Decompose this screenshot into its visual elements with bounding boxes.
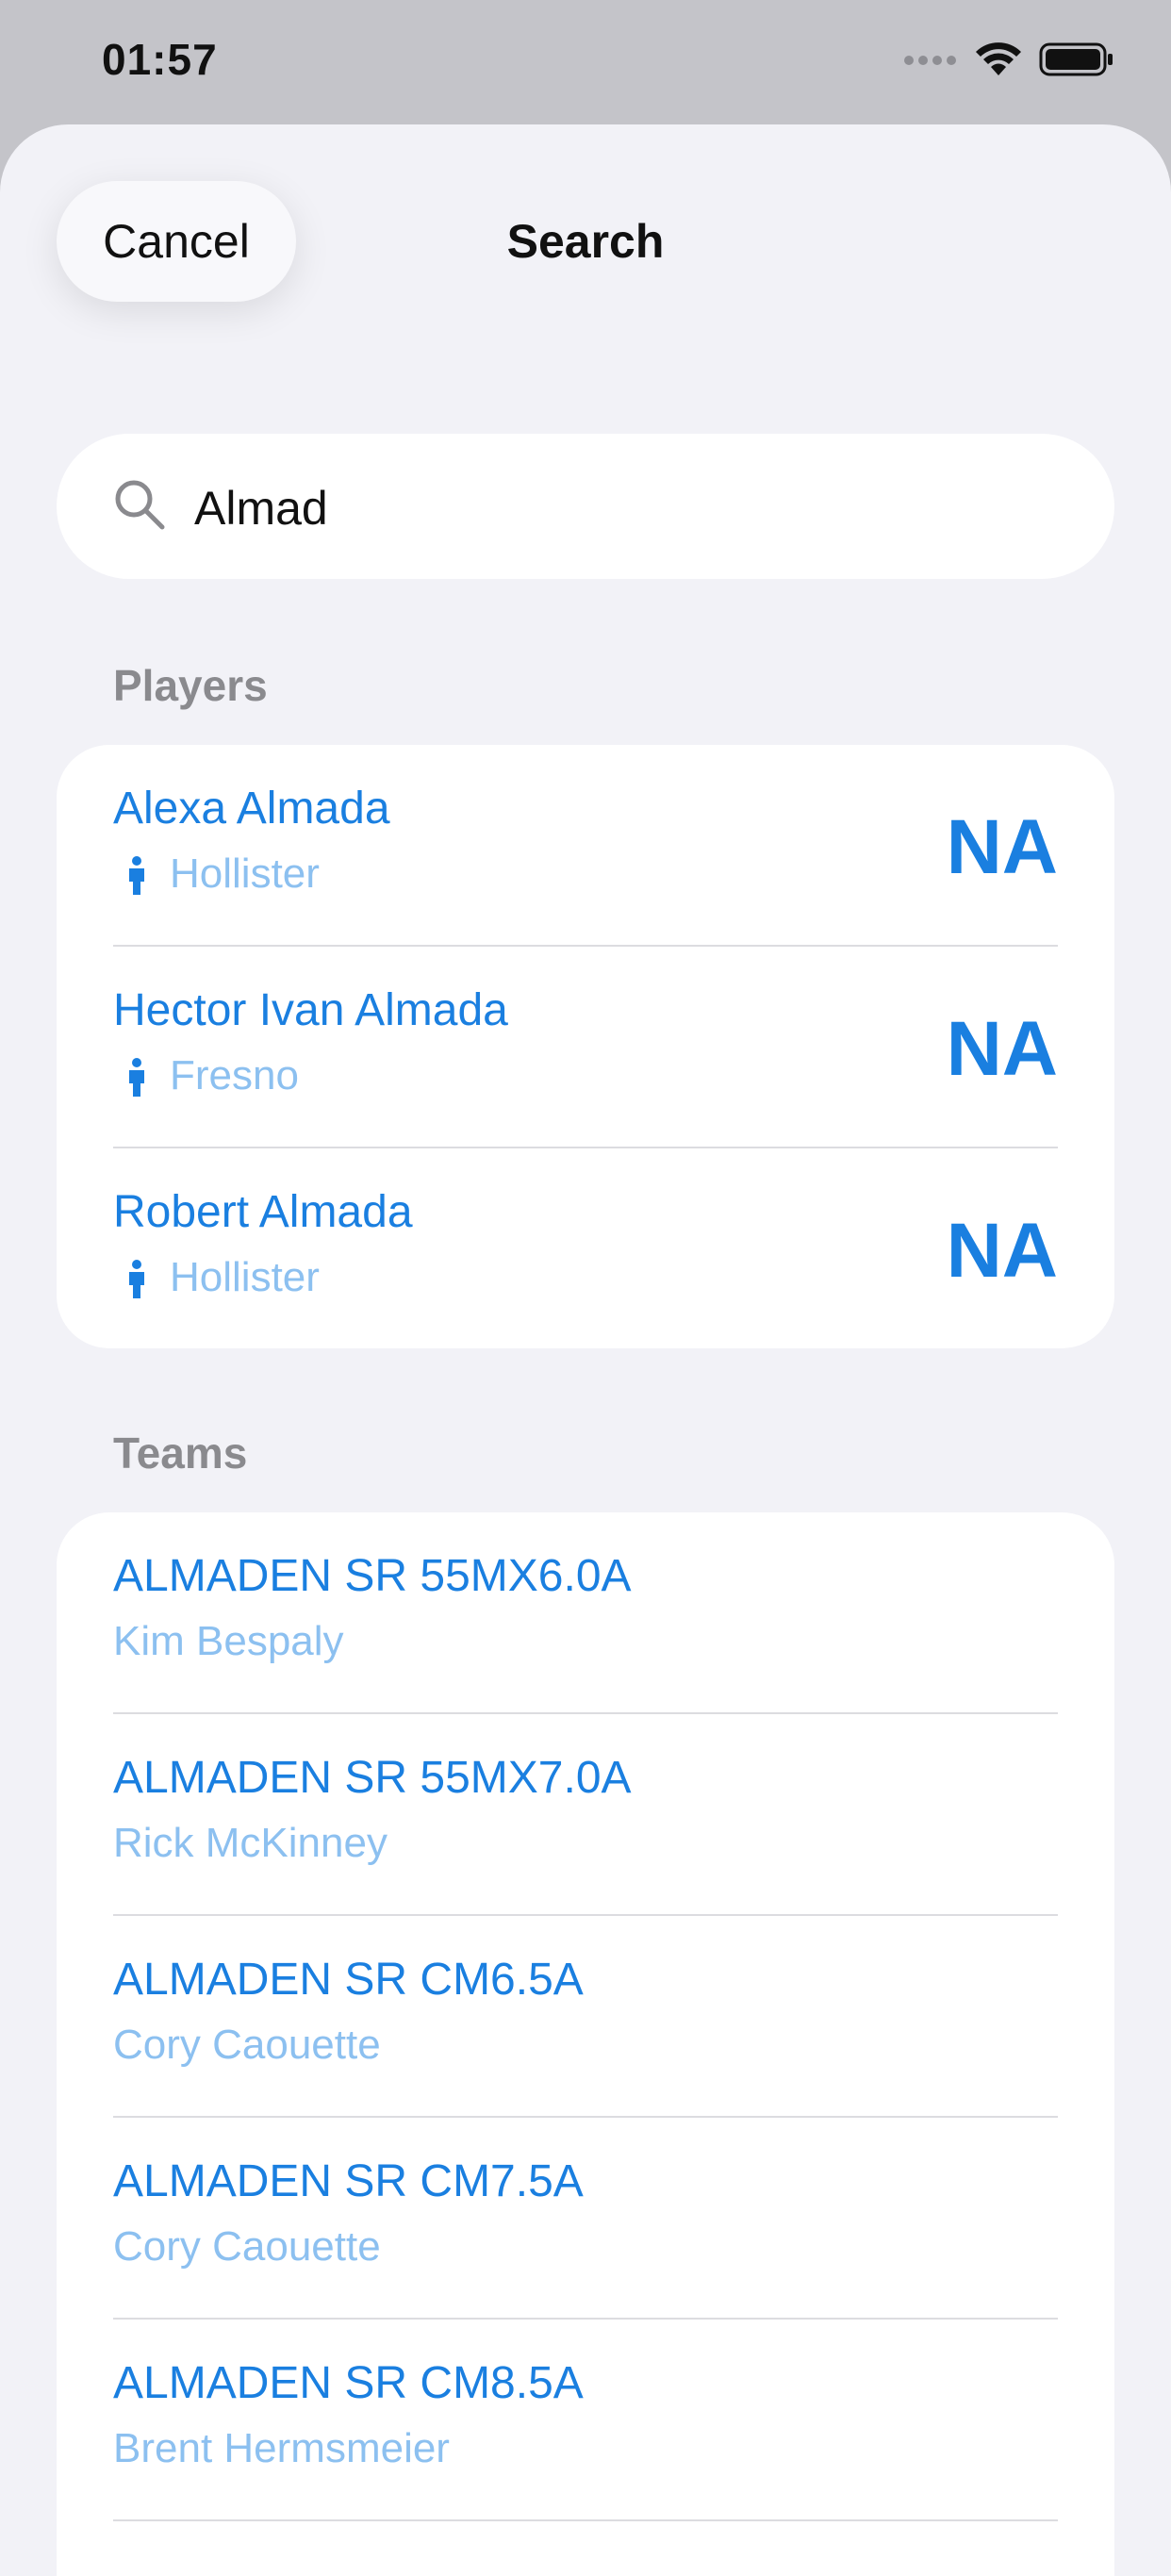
team-captain: Cory Caouette — [113, 2223, 381, 2270]
player-location: Fresno — [170, 1052, 299, 1098]
player-rating: NA — [946, 1208, 1058, 1294]
person-icon — [126, 1058, 147, 1102]
player-location: Hollister — [170, 850, 320, 897]
team-name: ALMADEN SR 55MX6.0A — [113, 1551, 632, 1601]
team-name: ALMADEN SR CM6.5A — [113, 1955, 584, 2005]
team-row[interactable]: ALMADEN SR CM8.5A Brent Hermsmeier — [57, 2320, 1114, 2521]
team-captain: Brent Hermsmeier — [113, 2425, 450, 2471]
player-name: Alexa Almada — [113, 784, 390, 834]
team-name: ALMADEN SR 55MX7.0A — [113, 1753, 632, 1803]
team-row[interactable]: ALMADEN SR CM7.5A Cory Caouette — [57, 2118, 1114, 2320]
search-value: Almad — [194, 482, 328, 535]
player-rating: NA — [946, 804, 1058, 890]
person-icon — [126, 1260, 147, 1304]
signal-dots-icon — [903, 54, 958, 71]
divider — [113, 2519, 1058, 2521]
teams-list: ALMADEN SR 55MX6.0A Kim Bespaly ALMADEN … — [57, 1512, 1114, 2576]
team-name: ALMADEN SR CM7.5A — [113, 2156, 584, 2206]
status-time: 01:57 — [102, 35, 218, 84]
status-bar: 01:57 — [0, 0, 1171, 124]
player-row[interactable]: Hector Ivan Almada Fresno NA — [57, 947, 1114, 1148]
page-title: Search — [506, 215, 665, 268]
team-captain: Cory Caouette — [113, 2022, 381, 2068]
wifi-icon — [975, 41, 1022, 82]
player-row[interactable]: Robert Almada Hollister NA — [57, 1148, 1114, 1348]
status-icons — [903, 41, 1114, 82]
team-row[interactable]: ALMADEN SR 55MX6.0A Kim Bespaly — [57, 1512, 1114, 1714]
players-list: Alexa Almada Hollister NA Hector Ivan Al… — [57, 745, 1114, 1348]
team-name: ALMADEN SR CM8.5A — [113, 2358, 584, 2408]
team-captain: Rick McKinney — [113, 1820, 388, 1866]
player-rating: NA — [946, 1006, 1058, 1092]
search-icon — [113, 478, 166, 536]
players-section-header: Players — [113, 661, 268, 710]
search-sheet: Cancel Search Almad Players Alexa Almada… — [0, 124, 1171, 2576]
person-icon — [126, 856, 147, 900]
team-row[interactable]: ALMADEN SR CM6.5A Cory Caouette — [57, 1916, 1114, 2118]
player-row[interactable]: Alexa Almada Hollister NA — [57, 745, 1114, 947]
search-input[interactable]: Almad — [57, 434, 1114, 579]
battery-icon — [1039, 41, 1114, 82]
team-captain: Kim Bespaly — [113, 1618, 344, 1664]
player-name: Robert Almada — [113, 1187, 413, 1237]
player-location: Hollister — [170, 1254, 320, 1300]
teams-section-header: Teams — [113, 1428, 248, 1478]
team-row[interactable]: ALMADEN SR 55MX7.0A Rick McKinney — [57, 1714, 1114, 1916]
player-name: Hector Ivan Almada — [113, 985, 508, 1035]
